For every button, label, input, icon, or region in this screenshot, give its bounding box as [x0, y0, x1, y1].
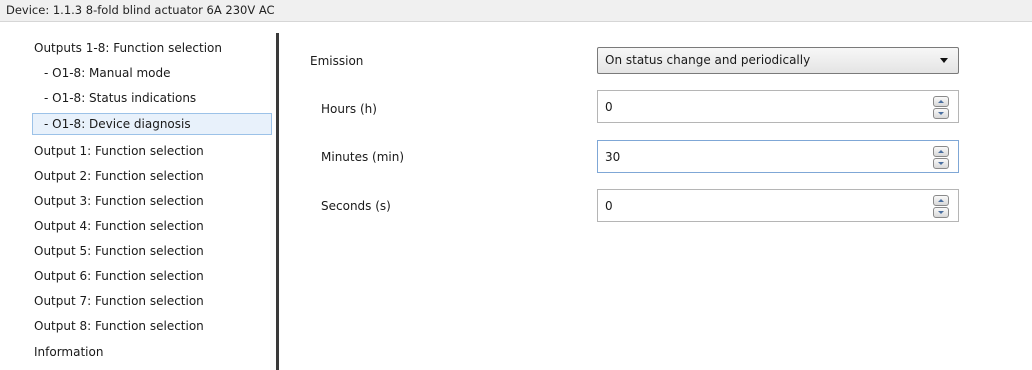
minutes-label: Minutes (min) [321, 150, 405, 164]
sidebar-item-outputs-function-selection[interactable]: Outputs 1-8: Function selection [34, 37, 222, 59]
minutes-increment-icon[interactable] [933, 146, 949, 157]
minutes-value[interactable]: 30 [605, 141, 620, 174]
splitter[interactable] [276, 33, 279, 370]
sidebar-item-manual-mode[interactable]: - O1-8: Manual mode [44, 62, 171, 84]
sidebar: Outputs 1-8: Function selection - O1-8: … [0, 33, 276, 370]
sidebar-item-output-6[interactable]: Output 6: Function selection [34, 265, 204, 287]
hours-increment-icon[interactable] [933, 96, 949, 107]
sidebar-item-output-8[interactable]: Output 8: Function selection [34, 315, 204, 337]
seconds-decrement-icon[interactable] [933, 207, 949, 218]
seconds-increment-icon[interactable] [933, 195, 949, 206]
hours-spinbox[interactable]: 0 [597, 90, 959, 123]
sidebar-item-output-2[interactable]: Output 2: Function selection [34, 165, 204, 187]
emission-select[interactable]: On status change and periodically [597, 47, 959, 74]
seconds-value[interactable]: 0 [605, 190, 613, 223]
minutes-decrement-icon[interactable] [933, 158, 949, 169]
sidebar-item-output-7[interactable]: Output 7: Function selection [34, 290, 204, 312]
emission-label: Emission [310, 54, 364, 68]
window-title: Device: 1.1.3 8-fold blind actuator 6A 2… [0, 0, 1032, 22]
sidebar-item-output-1[interactable]: Output 1: Function selection [34, 140, 204, 162]
seconds-spinbox[interactable]: 0 [597, 189, 959, 222]
chevron-down-icon[interactable] [940, 58, 948, 63]
hours-decrement-icon[interactable] [933, 108, 949, 119]
sidebar-item-output-3[interactable]: Output 3: Function selection [34, 190, 204, 212]
hours-label: Hours (h) [321, 102, 377, 116]
emission-value: On status change and periodically [605, 53, 811, 67]
sidebar-item-information[interactable]: Information [34, 341, 103, 363]
hours-value[interactable]: 0 [605, 91, 613, 124]
sidebar-item-status-indications[interactable]: - O1-8: Status indications [44, 87, 196, 109]
minutes-spinbox[interactable]: 30 [597, 140, 959, 173]
sidebar-item-output-4[interactable]: Output 4: Function selection [34, 215, 204, 237]
sidebar-item-output-5[interactable]: Output 5: Function selection [34, 240, 204, 262]
seconds-label: Seconds (s) [321, 199, 391, 213]
sidebar-item-device-diagnosis[interactable]: - O1-8: Device diagnosis [32, 113, 272, 135]
